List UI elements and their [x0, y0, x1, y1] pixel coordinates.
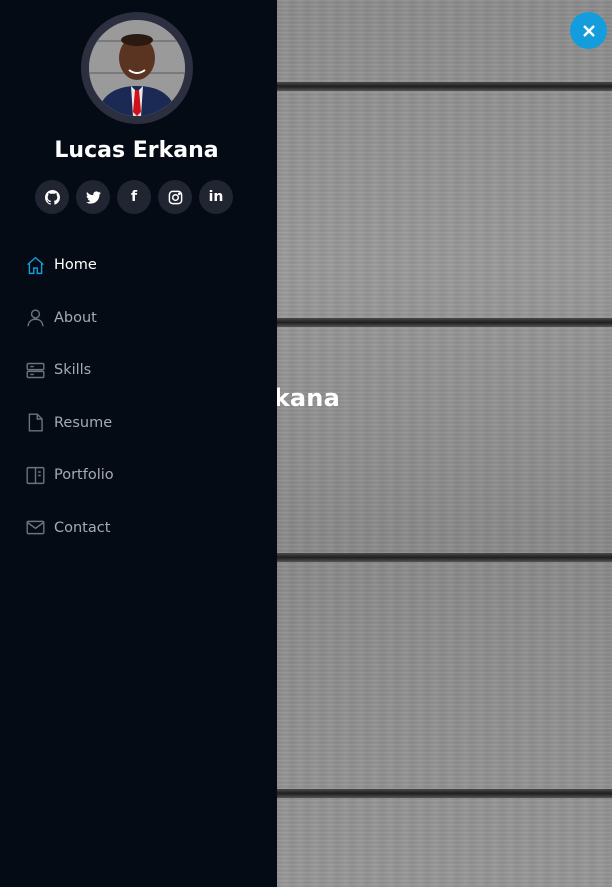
server-icon	[25, 360, 46, 381]
nav-item-home[interactable]: Home	[25, 252, 114, 278]
twitter-link[interactable]	[76, 180, 110, 214]
file-icon	[25, 412, 46, 433]
github-link[interactable]	[35, 180, 69, 214]
mobile-nav-close-button[interactable]	[570, 12, 607, 49]
close-icon	[582, 24, 595, 37]
home-icon	[25, 255, 46, 276]
envelope-icon	[25, 517, 46, 538]
profile-photo	[89, 20, 185, 116]
page: kana Lucas Erkana f in Home About Skills…	[0, 0, 612, 887]
nav-label: Resume	[54, 414, 113, 431]
instagram-link[interactable]	[158, 180, 192, 214]
nav-label: Portfolio	[54, 467, 114, 484]
nav-label: Skills	[54, 362, 92, 379]
instagram-icon	[168, 190, 182, 204]
nav-label: About	[54, 309, 97, 326]
twitter-icon	[85, 190, 101, 204]
nav-item-skills[interactable]: Skills	[25, 357, 114, 383]
nav-item-resume[interactable]: Resume	[25, 410, 114, 436]
facebook-icon: f	[130, 189, 138, 205]
linkedin-icon: in	[208, 189, 224, 205]
facebook-link[interactable]: f	[117, 180, 151, 214]
nav-item-contact[interactable]: Contact	[25, 515, 114, 541]
linkedin-link[interactable]: in	[199, 180, 233, 214]
github-icon	[44, 189, 60, 205]
avatar	[81, 12, 193, 124]
nav-label: Contact	[54, 519, 111, 536]
social-links: f in	[35, 180, 233, 214]
profile-name: Lucas Erkana	[54, 138, 219, 163]
nav-label: Home	[54, 257, 97, 273]
nav-item-portfolio[interactable]: Portfolio	[25, 462, 114, 488]
person-icon	[25, 307, 46, 328]
book-icon	[25, 465, 46, 486]
nav-menu: Home About Skills Resume Portfolio Conta…	[25, 252, 114, 568]
sidebar: Lucas Erkana f in Home About Skills Resu…	[0, 0, 277, 887]
nav-item-about[interactable]: About	[25, 305, 114, 331]
